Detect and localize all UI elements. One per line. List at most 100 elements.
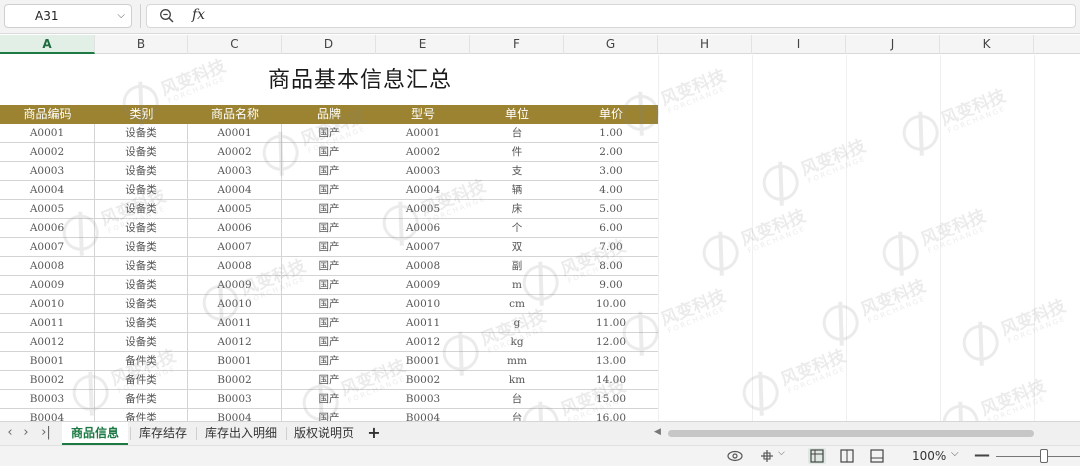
table-cell[interactable]: 备件类 (95, 390, 188, 409)
column-title[interactable]: 商品编码 (0, 105, 95, 124)
chevron-down-icon[interactable]: ⌵ (778, 448, 785, 458)
column-title[interactable]: 单价 (564, 105, 658, 124)
table-cell[interactable]: A0006 (376, 219, 470, 238)
table-cell[interactable]: B0003 (0, 390, 95, 409)
table-cell[interactable]: 设备类 (95, 219, 188, 238)
column-header-i[interactable]: I (752, 35, 846, 54)
table-cell[interactable]: A0004 (188, 181, 282, 200)
table-cell[interactable]: 国产 (282, 219, 376, 238)
table-cell[interactable]: A0009 (0, 276, 95, 295)
column-header-k[interactable]: K (940, 35, 1034, 54)
table-cell[interactable]: A0001 (0, 124, 95, 143)
table-cell[interactable]: B0003 (376, 390, 470, 409)
table-cell[interactable]: 15.00 (564, 390, 658, 409)
table-cell[interactable]: A0005 (188, 200, 282, 219)
table-cell[interactable]: B0001 (188, 352, 282, 371)
table-cell[interactable]: B0002 (376, 371, 470, 390)
tab-nav-prev-icon[interactable]: ‹ (2, 424, 18, 442)
table-cell[interactable]: 国产 (282, 181, 376, 200)
table-cell[interactable]: 9.00 (564, 276, 658, 295)
table-cell[interactable]: 12.00 (564, 333, 658, 352)
table-cell[interactable]: A0007 (188, 238, 282, 257)
table-cell[interactable]: A0003 (188, 162, 282, 181)
page-break-icon[interactable] (868, 448, 886, 464)
table-cell[interactable]: 1.00 (564, 124, 658, 143)
table-cell[interactable]: 16.00 (564, 409, 658, 421)
table-cell[interactable]: 2.00 (564, 143, 658, 162)
table-cell[interactable]: 7.00 (564, 238, 658, 257)
table-cell[interactable]: 备件类 (95, 352, 188, 371)
table-cell[interactable]: B0004 (188, 409, 282, 421)
table-cell[interactable]: A0012 (188, 333, 282, 352)
zoom-slider[interactable] (996, 456, 1080, 457)
table-cell[interactable]: 备件类 (95, 409, 188, 421)
table-cell[interactable]: A0004 (376, 181, 470, 200)
table-cell[interactable]: 设备类 (95, 162, 188, 181)
table-cell[interactable]: 8.00 (564, 257, 658, 276)
table-cell[interactable]: A0008 (0, 257, 95, 276)
table-cell[interactable]: 11.00 (564, 314, 658, 333)
column-header-b[interactable]: B (95, 35, 188, 54)
column-header-j[interactable]: J (846, 35, 940, 54)
table-cell[interactable]: A0011 (376, 314, 470, 333)
table-cell[interactable]: 台 (470, 390, 564, 409)
table-cell[interactable]: A0010 (0, 295, 95, 314)
eye-icon[interactable] (726, 448, 744, 464)
table-cell[interactable]: 国产 (282, 143, 376, 162)
scroll-left-icon[interactable]: ◀ (654, 427, 661, 437)
table-cell[interactable]: 备件类 (95, 371, 188, 390)
table-cell[interactable]: 设备类 (95, 124, 188, 143)
table-cell[interactable]: A0003 (376, 162, 470, 181)
column-header-a[interactable]: A (0, 35, 95, 54)
table-cell[interactable]: 国产 (282, 276, 376, 295)
sheet-tab[interactable]: 库存出入明细 (198, 422, 284, 445)
sheet-tab[interactable]: 版权说明页 (288, 422, 360, 445)
column-header-g[interactable]: G (564, 35, 658, 54)
search-icon[interactable] (159, 8, 175, 24)
name-box[interactable]: A31 ⌵ (4, 4, 132, 28)
tab-nav-last-icon[interactable]: ›| (36, 424, 56, 442)
column-header-e[interactable]: E (376, 35, 470, 54)
table-cell[interactable]: mm (470, 352, 564, 371)
table-cell[interactable]: A0008 (188, 257, 282, 276)
table-cell[interactable]: A0010 (188, 295, 282, 314)
table-cell[interactable]: 10.00 (564, 295, 658, 314)
worksheet-grid[interactable]: 商品基本信息汇总 商品编码 类别 商品名称 品牌 型号 单位 单价 A0001 设备类 A000… (0, 55, 1080, 421)
move-icon[interactable] (758, 448, 776, 464)
table-cell[interactable]: 设备类 (95, 276, 188, 295)
column-title[interactable]: 单位 (470, 105, 564, 124)
table-cell[interactable]: 设备类 (95, 181, 188, 200)
table-cell[interactable]: A0011 (188, 314, 282, 333)
chevron-down-icon[interactable]: ⌵ (117, 5, 125, 27)
table-cell[interactable]: 个 (470, 219, 564, 238)
table-cell[interactable]: A0006 (188, 219, 282, 238)
chevron-down-icon[interactable]: ⌵ (951, 448, 959, 459)
table-cell[interactable]: A0005 (0, 200, 95, 219)
table-cell[interactable]: 国产 (282, 352, 376, 371)
column-header-c[interactable]: C (188, 35, 282, 54)
table-cell[interactable]: 副 (470, 257, 564, 276)
table-cell[interactable]: 设备类 (95, 238, 188, 257)
table-cell[interactable]: 设备类 (95, 200, 188, 219)
column-title[interactable]: 类别 (95, 105, 188, 124)
table-cell[interactable]: 设备类 (95, 295, 188, 314)
table-cell[interactable]: 国产 (282, 295, 376, 314)
table-cell[interactable]: A0002 (376, 143, 470, 162)
table-cell[interactable]: 国产 (282, 124, 376, 143)
sheet-tab[interactable]: 商品信息 (62, 422, 128, 445)
table-cell[interactable]: A0006 (0, 219, 95, 238)
sheet-tab[interactable]: 库存结存 (132, 422, 194, 445)
table-cell[interactable]: 4.00 (564, 181, 658, 200)
table-cell[interactable]: 双 (470, 238, 564, 257)
table-cell[interactable]: km (470, 371, 564, 390)
table-cell[interactable]: A0007 (0, 238, 95, 257)
column-title[interactable]: 型号 (376, 105, 470, 124)
zoom-out-button[interactable]: — (974, 445, 990, 464)
table-cell[interactable]: 台 (470, 409, 564, 421)
fx-label[interactable]: fx (192, 7, 205, 23)
table-cell[interactable]: 3.00 (564, 162, 658, 181)
table-cell[interactable]: 支 (470, 162, 564, 181)
table-cell[interactable]: A0002 (188, 143, 282, 162)
table-cell[interactable]: 6.00 (564, 219, 658, 238)
table-cell[interactable]: 国产 (282, 314, 376, 333)
